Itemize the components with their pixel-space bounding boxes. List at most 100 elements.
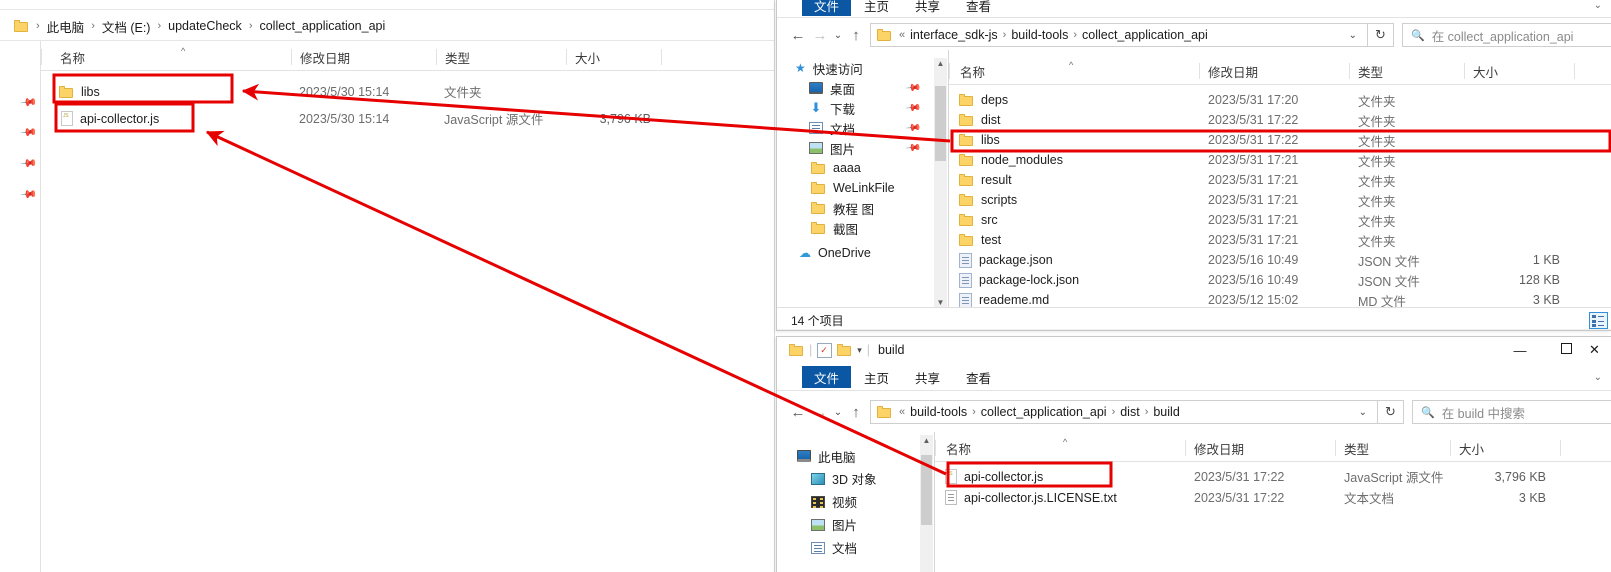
column-header-date[interactable]: 修改日期 [1199,63,1349,79]
pin-icon[interactable]: 📌 [904,140,921,156]
sidebar-item-desktop[interactable]: 桌面 📌 [785,78,927,98]
ribbon-tab-home[interactable]: 主页 [851,0,902,15]
ribbon-tab-share[interactable]: 共享 [902,368,953,387]
column-header-size[interactable]: 大小 [566,49,661,65]
folder-icon[interactable] [789,344,804,356]
recent-locations-button[interactable]: ⌄ [831,30,845,41]
minimize-button[interactable]: — [1497,343,1543,358]
table-row[interactable]: result 2023/5/31 17:21 文件夹 [949,170,1611,190]
pin-icon[interactable]: 📌 [19,154,38,173]
scroll-up-arrow[interactable]: ▲ [937,59,945,68]
table-row[interactable]: test 2023/5/31 17:21 文件夹 [949,230,1611,250]
sidebar-item-3d-objects[interactable]: 3D 对象 [785,467,927,490]
ribbon-tab-file[interactable]: 文件 [802,366,852,388]
table-row[interactable]: scripts 2023/5/31 17:21 文件夹 [949,190,1611,210]
breadcrumb-build-tools[interactable]: build-tools [1011,28,1068,42]
breadcrumb-build-tools[interactable]: build-tools [910,405,967,419]
sidebar-scrollbar[interactable]: ▲ [920,435,933,572]
recent-locations-button[interactable]: ⌄ [831,407,845,418]
properties-icon[interactable]: ✓ [817,342,833,358]
ribbon-tab-file[interactable]: 文件 [802,0,852,16]
table-row[interactable]: package.json 2023/5/16 10:49 JSON 文件 1 KB [949,250,1611,270]
table-row[interactable]: src 2023/5/31 17:21 文件夹 [949,210,1611,230]
up-button[interactable]: ↑ [845,27,867,44]
pin-icon[interactable]: 📌 [19,123,38,142]
forward-button[interactable]: → [809,27,831,44]
column-header-type[interactable]: 类型 [1335,440,1450,456]
ribbon-expand-icon[interactable]: ⌄ [1594,372,1611,383]
refresh-button[interactable]: ↻ [1378,400,1404,424]
up-button[interactable]: ↑ [845,404,867,421]
column-header-name[interactable]: 名称 [935,440,1185,456]
chevron-down-icon[interactable]: ⌄ [1343,30,1363,41]
sidebar-item-aaaa[interactable]: aaaa [785,158,927,178]
column-header-size[interactable]: 大小 [1464,63,1574,79]
table-row[interactable]: package-lock.json 2023/5/16 10:49 JSON 文件 1… [949,270,1611,290]
breadcrumb-collect-application-api[interactable]: collect_application_api [981,405,1107,419]
search-input[interactable]: 🔍 在 collect_application_api [1402,23,1611,47]
column-header-name[interactable]: 名称 [949,63,1199,79]
breadcrumb-build[interactable]: build [1153,405,1179,419]
pin-icon[interactable]: 📌 [904,120,921,136]
ribbon-tab-view[interactable]: 查看 [953,0,1004,15]
maximize-button[interactable] [1543,343,1589,357]
sidebar-item-quick-access[interactable]: ★ 快速访问 [785,58,927,78]
pin-icon[interactable]: 📌 [904,80,921,96]
address-input[interactable]: « build-tools › collect_application_api … [870,400,1378,424]
breadcrumb-collect-application-api[interactable]: collect_application_api [1082,28,1208,42]
column-header-name[interactable]: 名称 [41,49,291,65]
table-row[interactable]: api-collector.js 2023/5/31 17:22 JavaScrip… [935,466,1611,487]
scrollbar-thumb[interactable] [777,330,1357,331]
table-row[interactable]: deps 2023/5/31 17:20 文件夹 [949,90,1611,110]
breadcrumb-updatecheck[interactable]: updateCheck [168,19,242,33]
sidebar-item-videos[interactable]: 视频 [785,490,927,513]
sidebar-item-documents[interactable]: 文档 [785,536,927,559]
left-address-bar[interactable]: › 此电脑 › 文档 (E:) › updateCheck › collect_… [0,12,774,41]
pin-icon[interactable]: 📌 [19,185,38,204]
details-view-icon[interactable] [1589,311,1608,329]
back-button[interactable]: ← [787,404,809,421]
column-header-date[interactable]: 修改日期 [1185,440,1335,456]
pin-icon[interactable]: 📌 [19,93,38,112]
sidebar-item-onedrive[interactable]: ☁ OneDrive [785,243,927,263]
column-header-date[interactable]: 修改日期 [291,49,436,65]
column-header-type[interactable]: 类型 [1349,63,1464,79]
sidebar-item-welinkfile[interactable]: WeLinkFile [785,178,927,198]
sidebar-item-screenshots[interactable]: 截图 [785,218,927,238]
sidebar-item-pictures[interactable]: 图片 [785,513,927,536]
search-input[interactable]: 🔍 在 build 中搜索 [1412,400,1611,424]
scrollbar-thumb[interactable] [935,86,946,161]
scroll-down-arrow[interactable]: ▼ [937,298,945,307]
column-header-size[interactable]: 大小 [1450,440,1560,456]
close-button[interactable]: ✕ [1589,342,1611,358]
sidebar-item-pictures[interactable]: 图片 📌 [785,138,927,158]
breadcrumb-collect-application-api[interactable]: collect_application_api [259,19,385,33]
table-row[interactable]: api-collector.js.LICENSE.txt 2023/5/31 17… [935,487,1611,508]
ribbon-tab-view[interactable]: 查看 [953,368,1004,387]
table-row[interactable]: libs 2023/5/30 15:14 文件夹 [41,78,774,105]
ribbon-tab-share[interactable]: 共享 [902,0,953,15]
table-row[interactable]: node_modules 2023/5/31 17:21 文件夹 [949,150,1611,170]
column-header-type[interactable]: 类型 [436,49,566,65]
customize-chevron-icon[interactable]: ▾ [857,345,862,356]
address-input[interactable]: « interface_sdk-js › build-tools › colle… [870,23,1368,47]
sidebar-item-tutorial[interactable]: 教程 图 [785,198,927,218]
chevron-down-icon[interactable]: ⌄ [1353,407,1373,418]
table-row[interactable]: api-collector.js 2023/5/30 15:14 JavaScr… [41,105,774,132]
horizontal-scrollbar[interactable] [777,329,1611,331]
table-row[interactable]: libs 2023/5/31 17:22 文件夹 [949,130,1611,150]
ribbon-tab-home[interactable]: 主页 [851,368,902,387]
sidebar-item-downloads[interactable]: ⬇ 下载 📌 [785,98,927,118]
sidebar-item-this-pc[interactable]: 此电脑 [785,445,927,467]
pin-icon[interactable]: 📌 [904,100,921,116]
breadcrumb-dist[interactable]: dist [1120,405,1139,419]
forward-button[interactable]: → [809,404,831,421]
scroll-up-arrow[interactable]: ▲ [923,436,931,445]
refresh-button[interactable]: ↻ [1368,23,1394,47]
breadcrumb-documents[interactable]: 文档 (E:) [102,17,151,36]
sidebar-scrollbar[interactable]: ▲ ▼ [934,58,947,308]
sidebar-item-documents[interactable]: 文档 📌 [785,118,927,138]
scrollbar-thumb[interactable] [921,455,932,525]
breadcrumb-interface-sdk-js[interactable]: interface_sdk-js [910,28,998,42]
breadcrumb-this-pc[interactable]: 此电脑 [47,17,85,36]
